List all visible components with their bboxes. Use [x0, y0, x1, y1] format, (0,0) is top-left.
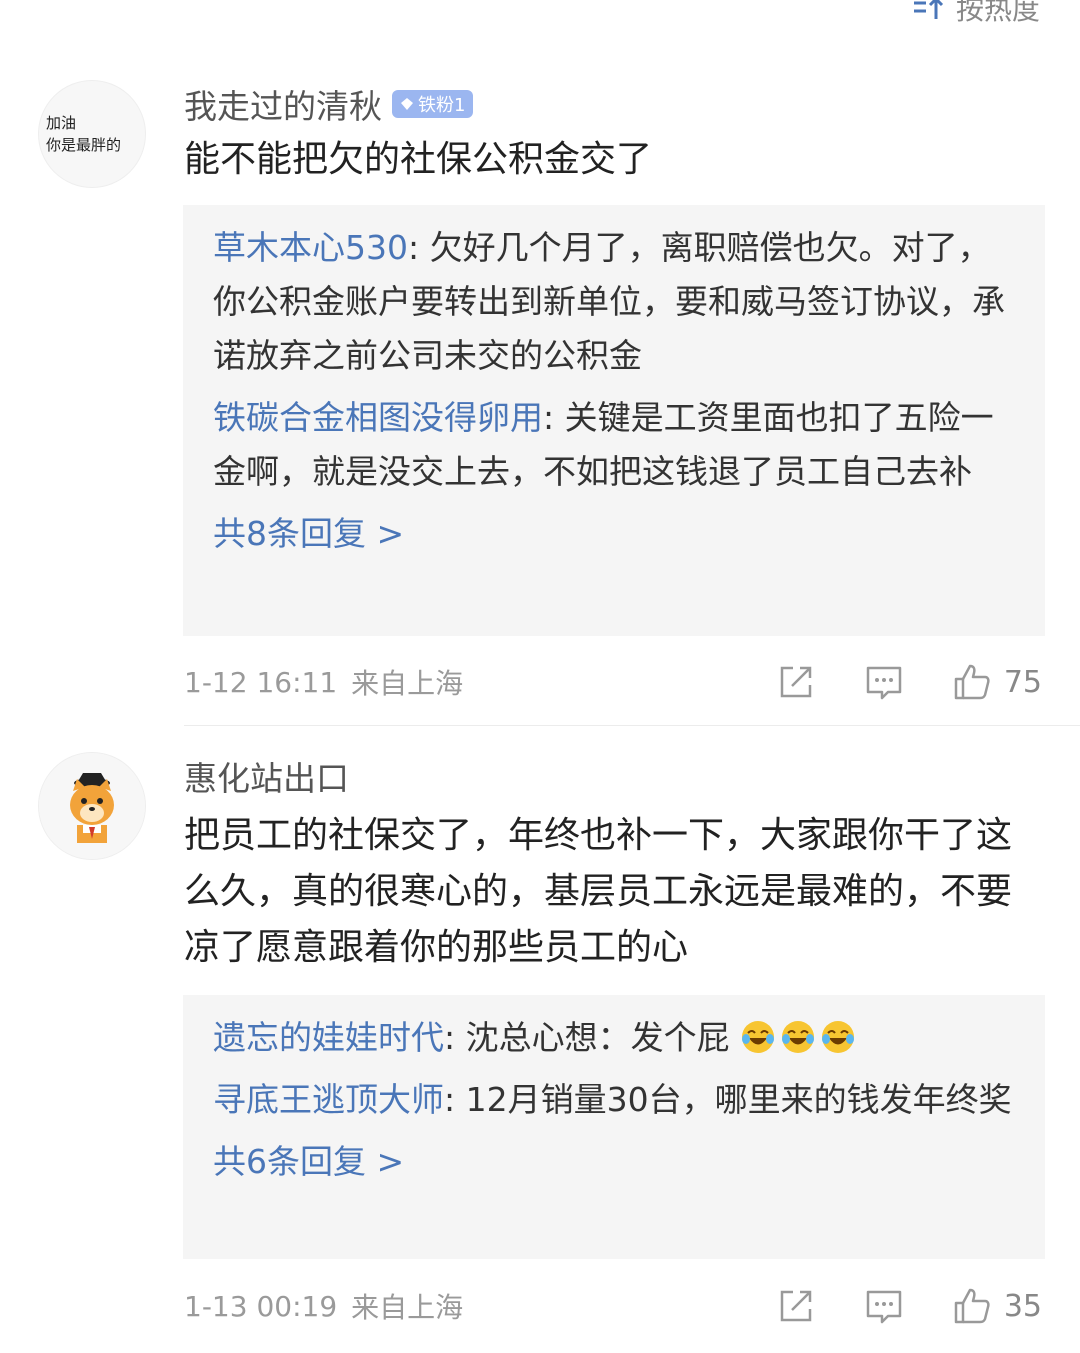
comment-icon[interactable]: [864, 1286, 904, 1326]
laugh-cry-emoji-icon: [742, 1021, 775, 1053]
reply-text: 沈总心想：发个屁: [465, 1018, 730, 1057]
comment-item: 惠化站出口 把员工的社保交了，年终也补一下，大家跟你干了这么久，真的很寒心的，基…: [0, 0, 1080, 1353]
reply-item[interactable]: 遗忘的娃娃时代: 沈总心想：发个屁: [213, 1011, 1015, 1065]
comment-text: 把员工的社保交了，年终也补一下，大家跟你干了这么久，真的很寒心的，基层员工永远是…: [184, 815, 1013, 968]
comment-actions: 35: [776, 1286, 1042, 1326]
comment-meta: 1-13 00:19 来自上海 35: [184, 1284, 1042, 1328]
laugh-cry-emoji-icon: [782, 1021, 815, 1053]
reply-text: 12月销量30台，哪里来的钱发年终奖: [465, 1080, 1012, 1119]
reply-author[interactable]: 遗忘的娃娃时代: [213, 1018, 444, 1057]
thumbs-up-icon: [954, 1288, 990, 1324]
more-replies-link[interactable]: 共6条回复 >: [213, 1135, 1015, 1189]
share-icon[interactable]: [776, 1286, 816, 1326]
like-count: 35: [1003, 1288, 1042, 1324]
like-button[interactable]: 35: [952, 1286, 1042, 1326]
cat-avatar-icon: [39, 753, 145, 859]
avatar[interactable]: [38, 752, 146, 860]
location: 来自上海: [351, 1291, 464, 1324]
replies-box: 遗忘的娃娃时代: 沈总心想：发个屁 寻底王逃顶大师: 12月销量30台，哪里来的…: [183, 995, 1045, 1259]
timestamp: 1-13 00:19: [184, 1289, 338, 1323]
reply-author[interactable]: 寻底王逃顶大师: [213, 1080, 444, 1119]
reply-item[interactable]: 寻底王逃顶大师: 12月销量30台，哪里来的钱发年终奖: [213, 1073, 1015, 1127]
laugh-cry-emoji-icon: [822, 1021, 855, 1053]
username[interactable]: 惠化站出口: [184, 752, 349, 800]
